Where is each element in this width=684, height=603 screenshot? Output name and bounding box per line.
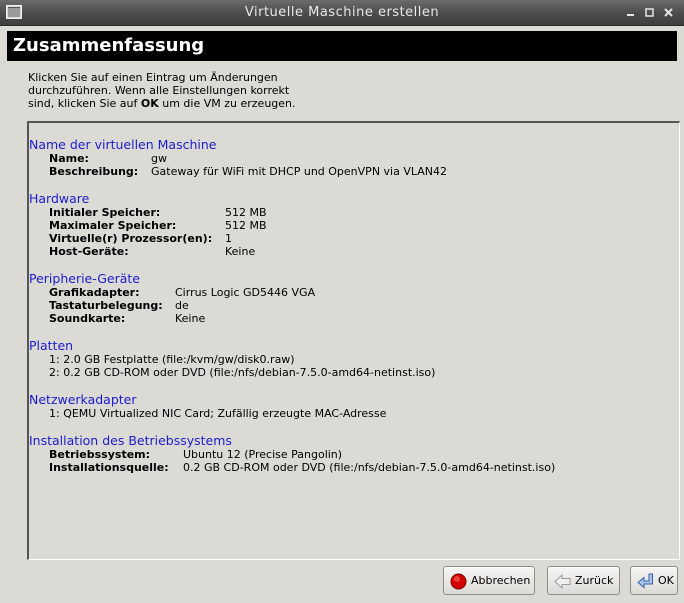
section-title-disks[interactable]: Platten	[29, 339, 73, 353]
page-title: Zusammenfassung	[13, 35, 205, 56]
initial-memory-value: 512 MB	[225, 206, 267, 219]
graphics-value: Cirrus Logic GD5446 VGA	[175, 286, 316, 299]
graphics-label: Grafikadapter:	[49, 286, 140, 299]
summary-panel: Name der virtuellen Maschine Name: gw Be…	[27, 121, 680, 560]
instructions-line: durchzuführen. Wenn alle Einstellungen k…	[28, 84, 290, 97]
os-value: Ubuntu 12 (Precise Pangolin)	[183, 448, 343, 461]
section-title-hardware[interactable]: Hardware	[29, 192, 89, 206]
section-title-peripherals[interactable]: Peripherie-Geräte	[29, 272, 140, 286]
maximize-icon[interactable]	[643, 6, 656, 19]
ok-button[interactable]: OK	[630, 566, 678, 595]
install-source-label: Installationsquelle:	[49, 461, 169, 474]
max-memory-label: Maximaler Speicher:	[49, 219, 177, 232]
back-arrow-icon	[554, 573, 571, 590]
keyboard-label: Tastaturbelegung:	[49, 299, 163, 312]
cancel-label: Abbrechen	[471, 574, 531, 587]
initial-memory-label: Initialer Speicher:	[49, 206, 161, 219]
name-value: gw	[151, 152, 167, 165]
install-source-value: 0.2 GB CD-ROM oder DVD (file:/nfs/debian…	[183, 461, 556, 474]
back-label: Zurück	[575, 574, 614, 587]
close-icon[interactable]	[662, 6, 675, 19]
section-title-vm-name[interactable]: Name der virtuellen Maschine	[29, 138, 216, 152]
create-vm-dialog: Virtuelle Maschine erstellen Zusammenfas…	[0, 0, 684, 603]
cancel-button[interactable]: Abbrechen	[443, 566, 535, 595]
stop-icon	[450, 573, 467, 590]
instructions-line: Klicken Sie auf einen Eintrag um Änderun…	[28, 71, 278, 84]
description-label: Beschreibung:	[49, 165, 139, 178]
section-title-network[interactable]: Netzwerkadapter	[29, 393, 137, 407]
enter-arrow-icon	[637, 573, 654, 590]
instructions-text: Klicken Sie auf einen Eintrag um Änderun…	[28, 71, 348, 110]
section-vm-name[interactable]: Name der virtuellen Maschine	[29, 138, 216, 152]
section-title-os-install[interactable]: Installation des Betriebssystems	[29, 434, 232, 448]
ok-emphasis: OK	[140, 97, 159, 110]
minimize-icon[interactable]	[624, 6, 637, 19]
sound-label: Soundkarte:	[49, 312, 126, 325]
sound-value: Keine	[175, 312, 206, 325]
page-header: Zusammenfassung	[7, 31, 677, 61]
disk-item: 2: 0.2 GB CD-ROM oder DVD (file:/nfs/deb…	[49, 366, 436, 379]
section-peripherals[interactable]: Peripherie-Geräte	[29, 272, 140, 286]
instructions-line: sind, klicken Sie auf OK um die VM zu er…	[28, 97, 296, 110]
section-network[interactable]: Netzwerkadapter	[29, 393, 137, 407]
section-os-install[interactable]: Installation des Betriebssystems	[29, 434, 232, 448]
os-label: Betriebssystem:	[49, 448, 151, 461]
network-item: 1: QEMU Virtualized NIC Card; Zufällig e…	[49, 407, 387, 420]
cpus-label: Virtuelle(r) Prozessor(en):	[49, 232, 213, 245]
description-value: Gateway für WiFi mit DHCP und OpenVPN vi…	[151, 165, 448, 178]
name-label: Name:	[49, 152, 89, 165]
title-bar[interactable]: Virtuelle Maschine erstellen	[0, 0, 684, 26]
host-devices-label: Host-Geräte:	[49, 245, 129, 258]
max-memory-value: 512 MB	[225, 219, 267, 232]
keyboard-value: de	[175, 299, 189, 312]
cpus-value: 1	[225, 232, 232, 245]
ok-label: OK	[658, 574, 674, 587]
host-devices-value: Keine	[225, 245, 256, 258]
window-title: Virtuelle Maschine erstellen	[244, 5, 440, 20]
section-hardware[interactable]: Hardware	[29, 192, 89, 206]
section-disks[interactable]: Platten	[29, 339, 73, 353]
disk-item: 1: 2.0 GB Festplatte (file:/kvm/gw/disk0…	[49, 353, 295, 366]
back-button[interactable]: Zurück	[547, 566, 620, 595]
